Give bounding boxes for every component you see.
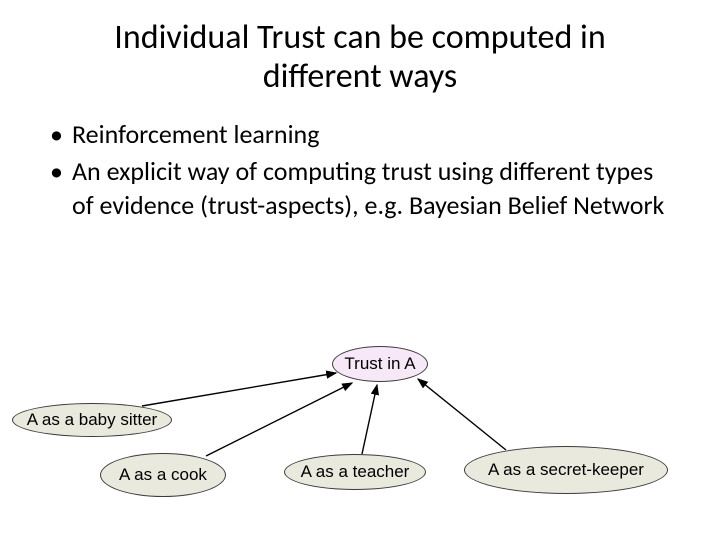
node-label: A as a baby sitter bbox=[27, 411, 157, 429]
bullet-item: An explicit way of computing trust using… bbox=[46, 155, 680, 222]
node-cook: A as a cook bbox=[100, 453, 226, 497]
node-teacher: A as a teacher bbox=[284, 454, 426, 490]
bullet-item: Reinforcement learning bbox=[46, 118, 680, 151]
node-secret-keeper: A as a secret-keeper bbox=[464, 446, 668, 494]
node-label: A as a cook bbox=[119, 466, 207, 484]
slide-title: Individual Trust can be computed in diff… bbox=[60, 18, 660, 96]
slide: Individual Trust can be computed in diff… bbox=[0, 0, 720, 540]
node-trust-root: Trust in A bbox=[332, 346, 428, 382]
node-label: A as a teacher bbox=[301, 463, 410, 481]
node-label: A as a secret-keeper bbox=[488, 461, 644, 479]
node-label: Trust in A bbox=[344, 355, 415, 373]
bullet-list: Reinforcement learning An explicit way o… bbox=[46, 118, 680, 222]
node-baby-sitter: A as a baby sitter bbox=[12, 403, 172, 437]
